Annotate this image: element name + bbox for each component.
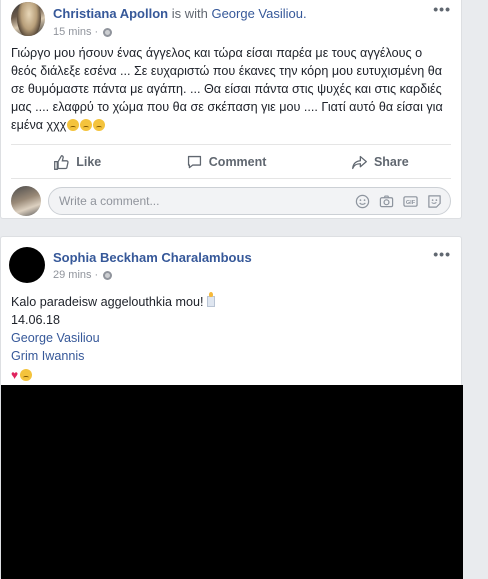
like-button[interactable]: Like — [53, 154, 101, 171]
svg-text:GIF: GIF — [406, 199, 416, 205]
tagged-user-link[interactable]: Grim Iwannis — [11, 349, 84, 363]
emoji-icon[interactable] — [355, 194, 370, 209]
comment-button[interactable]: Comment — [186, 154, 267, 171]
more-options-button[interactable]: ••• — [433, 2, 451, 16]
post-timestamp[interactable]: 15 mins — [53, 26, 92, 38]
heart-emoji-icon: ♥ — [11, 368, 19, 382]
author-avatar[interactable] — [11, 2, 45, 36]
post-meta: 29 mins · — [53, 269, 113, 281]
camera-icon[interactable] — [379, 194, 394, 209]
share-label: Share — [373, 155, 409, 169]
comment-icon — [187, 155, 201, 168]
like-label: Like — [76, 155, 102, 169]
crying-emoji-icon — [67, 119, 80, 131]
post-body: Γιώργο μου ήσουν ένας άγγελος και τώρα ε… — [11, 44, 451, 134]
share-icon — [352, 155, 367, 169]
post-line-1: Kalo paradeisw aggelouthkia mou! — [11, 295, 204, 309]
post-card-2: Sophia Beckham Charalambous 29 mins · ••… — [0, 236, 463, 579]
author-name-link[interactable]: Sophia Beckham Charalambous — [53, 250, 252, 265]
post-timestamp[interactable]: 29 mins — [53, 269, 92, 281]
crying-emoji-icon — [93, 119, 106, 131]
comment-composer: Write a comment... GIF — [11, 186, 451, 216]
video-player[interactable] — [1, 385, 463, 579]
thumbs-up-icon — [54, 154, 69, 170]
share-button[interactable]: Share — [351, 154, 409, 171]
author-name-link[interactable]: Christiana Apollon — [53, 6, 168, 21]
more-options-button[interactable]: ••• — [433, 247, 451, 261]
post-actions: Like Comment Share — [11, 148, 451, 176]
author-avatar[interactable] — [9, 247, 45, 283]
candle-icon — [206, 292, 215, 307]
post-body: Kalo paradeisw aggelouthkia mou! 14.06.1… — [11, 292, 215, 384]
globe-icon[interactable] — [103, 270, 113, 280]
post-card-1: Christiana Apollon is with George Vasili… — [0, 0, 462, 219]
with-text: is with — [171, 6, 208, 21]
crying-emoji-icon — [80, 119, 93, 131]
post-meta: 15 mins · — [53, 26, 113, 38]
comment-label: Comment — [208, 155, 267, 169]
current-user-avatar[interactable] — [11, 186, 41, 216]
divider — [11, 178, 451, 179]
post-date: 14.06.18 — [11, 313, 61, 327]
divider — [11, 144, 451, 145]
crying-emoji-icon — [20, 369, 33, 381]
sticker-icon[interactable] — [427, 194, 442, 209]
tagged-user-link[interactable]: George Vasiliou. — [211, 6, 306, 21]
comment-placeholder: Write a comment... — [59, 194, 160, 208]
globe-icon[interactable] — [103, 27, 113, 37]
comment-input[interactable]: Write a comment... GIF — [48, 187, 451, 215]
post-header: Christiana Apollon is with George Vasili… — [53, 6, 307, 21]
tagged-user-link[interactable]: George Vasiliou — [11, 331, 100, 345]
gif-icon[interactable]: GIF — [403, 194, 418, 209]
